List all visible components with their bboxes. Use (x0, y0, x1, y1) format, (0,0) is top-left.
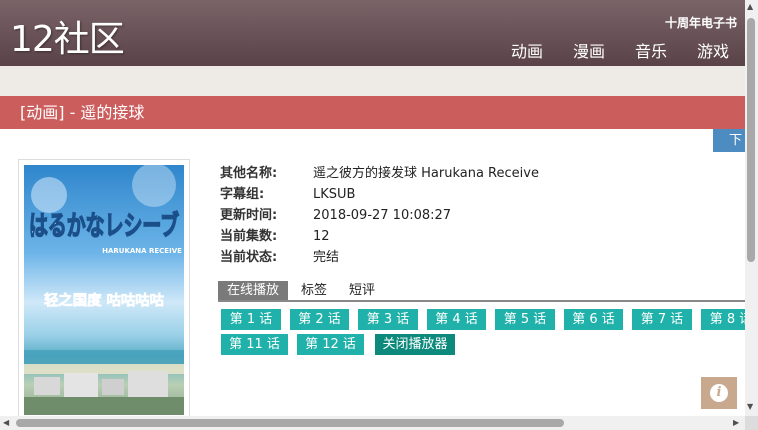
tab-tags[interactable]: 标签 (292, 281, 336, 300)
main-nav: 动画 漫画 音乐 游戏 (511, 38, 745, 62)
episode-button[interactable]: 第 8 话 (701, 309, 745, 330)
nav-item-games[interactable]: 游戏 (697, 38, 729, 62)
page-title-bar: [动画] - 遥的接球 (0, 96, 745, 129)
episode-button[interactable]: 第 7 话 (632, 309, 692, 330)
episode-button[interactable]: 第 1 话 (221, 309, 281, 330)
nav-item-anime[interactable]: 动画 (511, 38, 543, 62)
episode-button[interactable]: 第 12 话 (297, 334, 364, 355)
episode-button[interactable]: 第 11 话 (221, 334, 288, 355)
info-button[interactable]: i (701, 377, 737, 409)
horizontal-scrollbar[interactable]: ◀ ▶ (0, 416, 745, 430)
site-logo[interactable]: 12社区 (10, 10, 125, 62)
detail-row-alias: 其他名称: 遥之彼方的接发球 Harukana Receive (220, 163, 539, 184)
episode-button[interactable]: 第 5 话 (495, 309, 555, 330)
close-player-button[interactable]: 关闭播放器 (375, 334, 455, 355)
anime-poster: はるかなレシーブ HARUKANA RECEIVE 轻之国度 咕咕咕咕 (24, 165, 184, 415)
detail-value: 12 (313, 229, 330, 244)
tab-comments[interactable]: 短评 (340, 281, 384, 300)
detail-row-status: 当前状态: 完结 (220, 247, 539, 268)
detail-row-updated: 更新时间: 2018-09-27 10:08:27 (220, 205, 539, 226)
scrollbar-corner (745, 416, 758, 430)
poster-art: はるかなレシーブ HARUKANA RECEIVE 轻之国度 咕咕咕咕 (24, 165, 184, 415)
scroll-up-arrow-icon[interactable]: ▲ (747, 2, 753, 11)
detail-value: 完结 (313, 250, 340, 265)
vertical-scrollbar[interactable]: ▲ ▼ (745, 0, 758, 416)
info-icon: i (710, 384, 728, 402)
detail-label: 字幕组: (220, 187, 265, 202)
episode-button[interactable]: 第 2 话 (290, 309, 349, 330)
detail-row-episodes: 当前集数: 12 (220, 226, 539, 247)
detail-value: 2018-09-27 10:08:27 (313, 208, 452, 223)
content-tabs: 在线播放 标签 短评 (218, 281, 745, 302)
detail-label: 当前集数: (220, 229, 278, 244)
tab-online-play[interactable]: 在线播放 (218, 281, 289, 300)
page-title: [动画] - 遥的接球 (20, 103, 145, 122)
nav-item-music[interactable]: 音乐 (635, 38, 667, 62)
nav-item-manga[interactable]: 漫画 (573, 38, 605, 62)
download-tab[interactable]: 下 (713, 129, 745, 152)
vertical-scroll-thumb[interactable] (747, 18, 755, 262)
detail-value: 遥之彼方的接发球 Harukana Receive (313, 166, 539, 181)
episode-list: 第 1 话 第 2 话 第 3 话 第 4 话 第 5 话 第 6 话 第 7 … (221, 309, 745, 359)
site-header: 12社区 十周年电子书 动画 漫画 音乐 游戏 (0, 0, 745, 66)
episode-button[interactable]: 第 3 话 (358, 309, 418, 330)
promo-link-ebook[interactable]: 十周年电子书 (665, 14, 737, 31)
poster-title-jp: はるかなレシーブ (29, 210, 179, 242)
episode-button[interactable]: 第 6 话 (564, 309, 623, 330)
detail-label: 其他名称: (220, 166, 278, 181)
episode-button[interactable]: 第 4 话 (427, 309, 486, 330)
poster-subtitle: 轻之国度 咕咕咕咕 (44, 292, 164, 309)
scroll-down-arrow-icon[interactable]: ▼ (747, 402, 753, 411)
sub-bar (0, 66, 745, 96)
anime-details: 其他名称: 遥之彼方的接发球 Harukana Receive 字幕组: LKS… (220, 163, 539, 268)
horizontal-scroll-thumb[interactable] (16, 419, 564, 427)
detail-row-subgroup: 字幕组: LKSUB (220, 184, 539, 205)
poster-title-en: HARUKANA RECEIVE (102, 247, 182, 255)
detail-label: 更新时间: (220, 208, 278, 223)
detail-value: LKSUB (313, 187, 356, 202)
detail-label: 当前状态: (220, 250, 278, 265)
scroll-left-arrow-icon[interactable]: ◀ (3, 418, 9, 427)
scroll-right-arrow-icon[interactable]: ▶ (733, 418, 739, 427)
